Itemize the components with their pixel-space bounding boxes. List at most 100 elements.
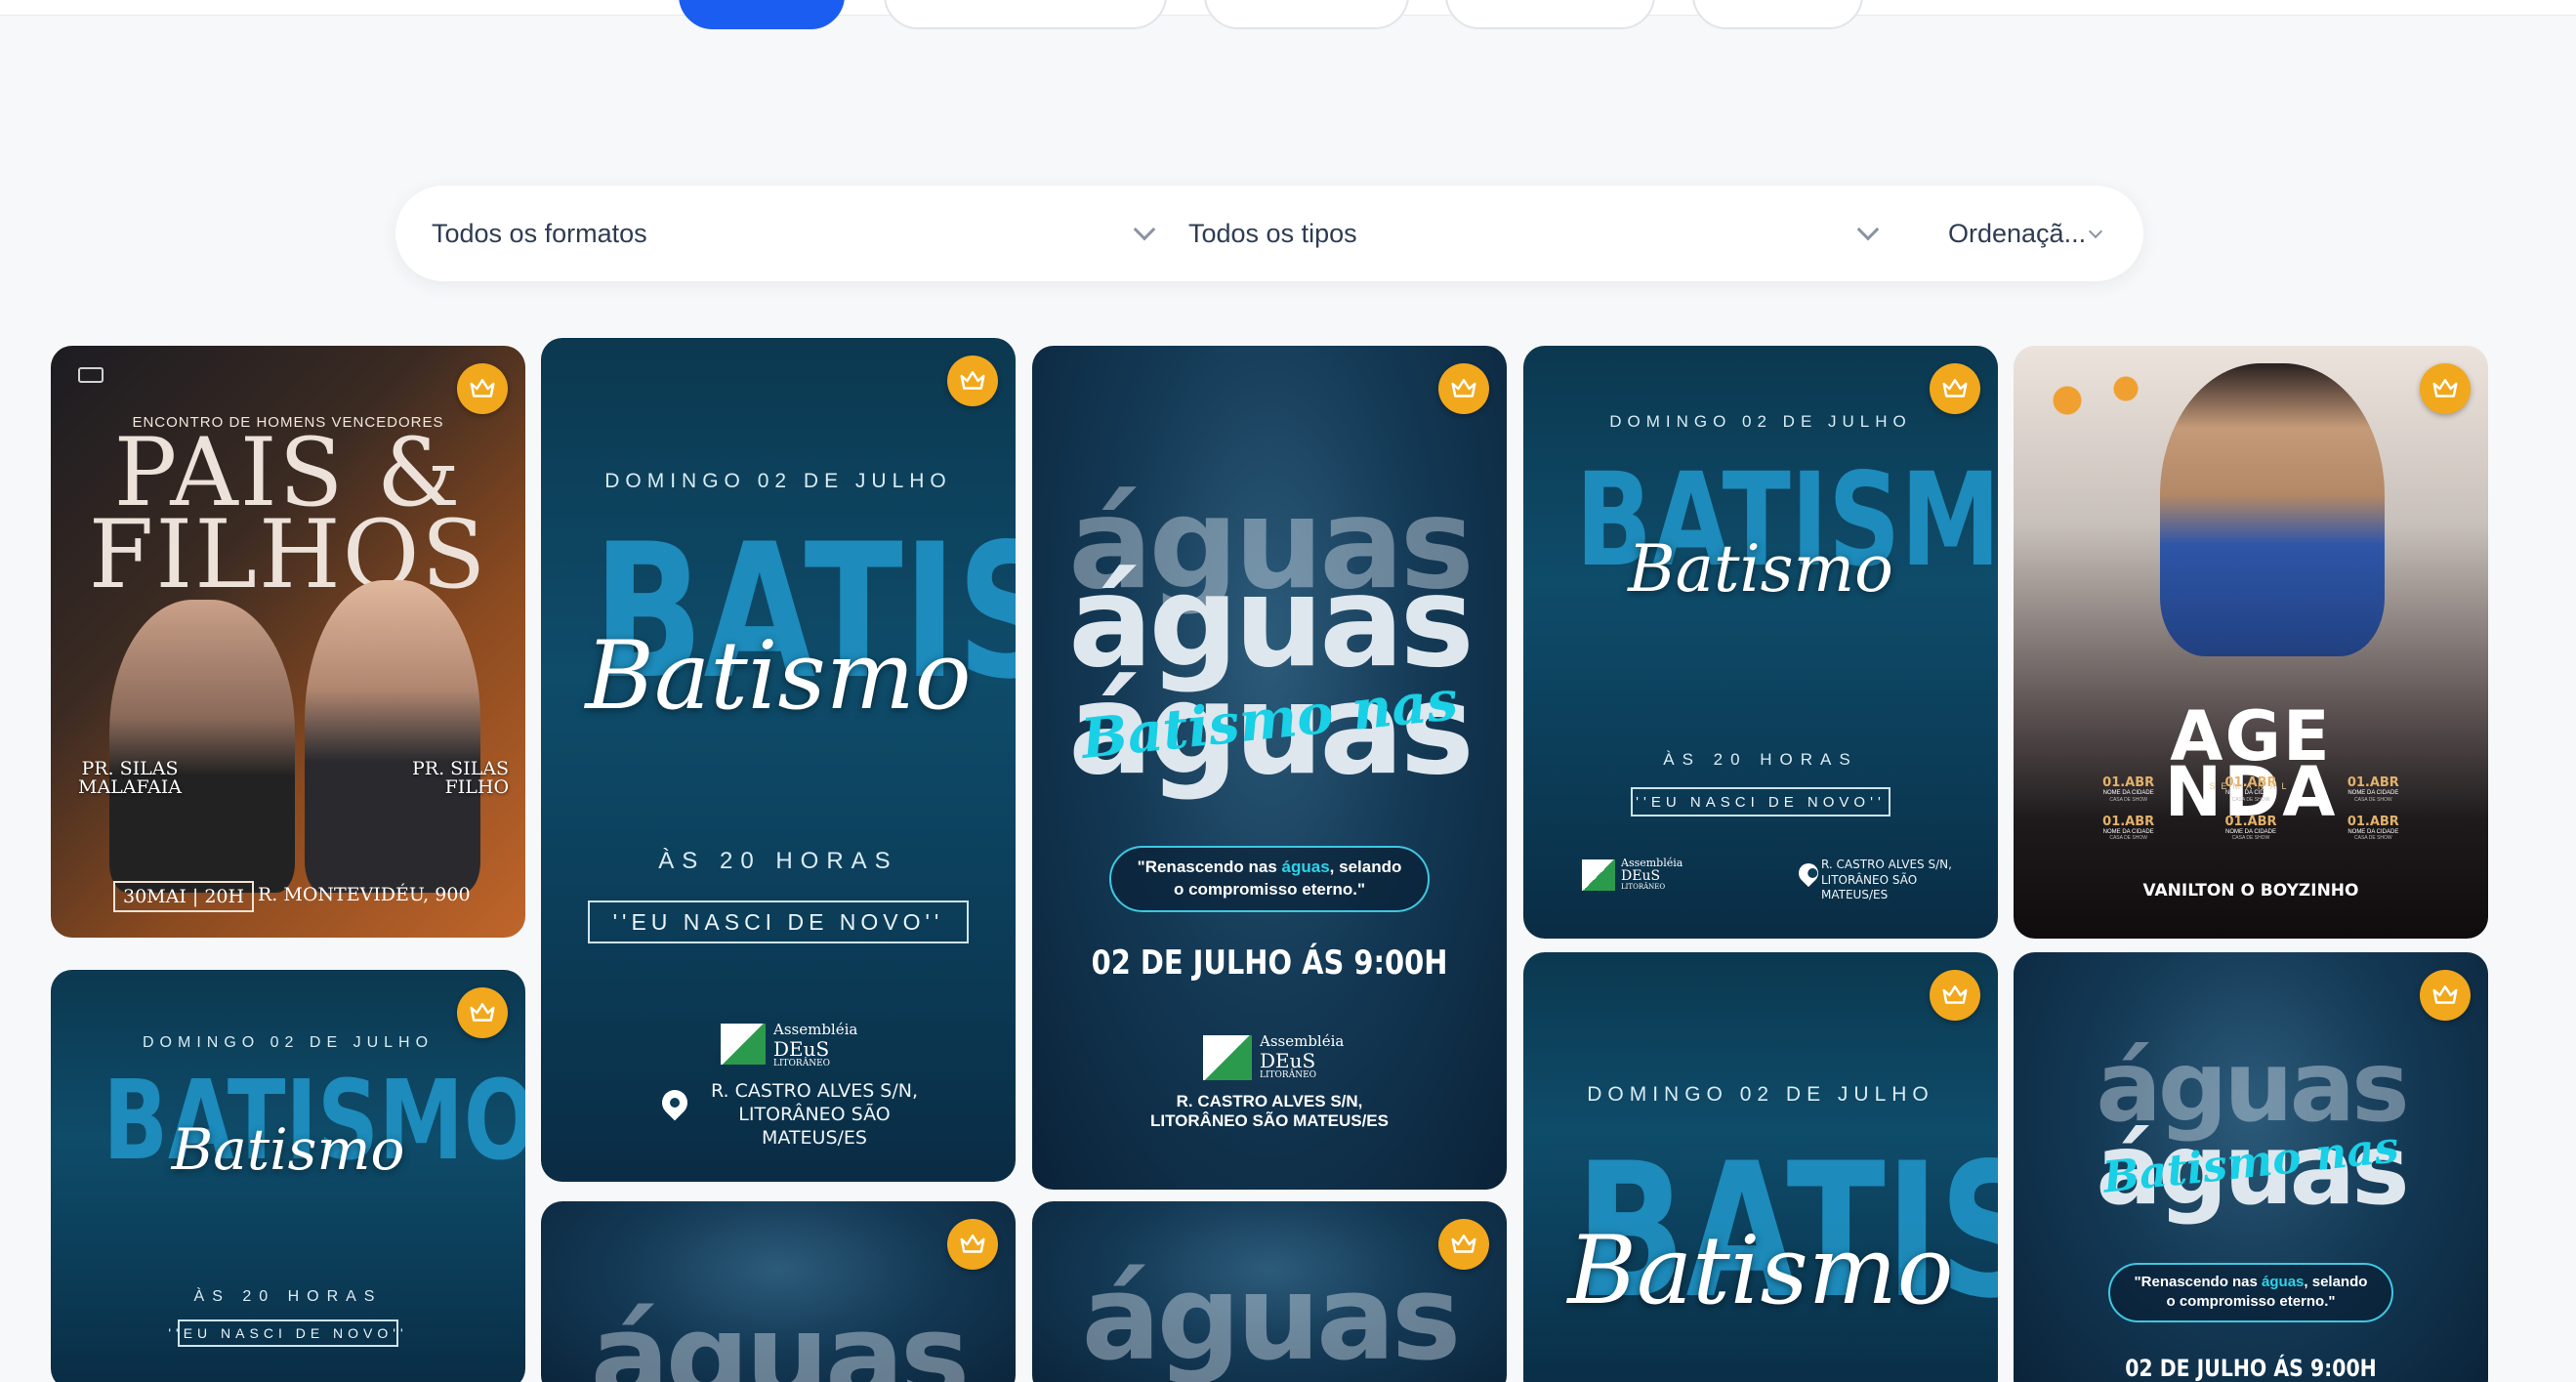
sort-select[interactable]: Ordenaçã...: [1948, 186, 2114, 281]
schedule-date: 01.ABR: [2224, 814, 2277, 829]
church-name-line: Assembléia: [1260, 1032, 1345, 1050]
template-card-aguas[interactable]: águas: [1032, 1201, 1507, 1382]
category-pill[interactable]: [884, 0, 1167, 29]
man-photo-right: [305, 580, 480, 893]
quote-text: "Renascendo nas: [2134, 1274, 2263, 1290]
stage-lights: [2023, 365, 2170, 482]
crown-icon: [2420, 363, 2471, 414]
speaker-name-left: PR. SILAS MALAFAIA: [78, 760, 182, 797]
crown-icon: [947, 1219, 998, 1270]
schedule-date: 01.ABR: [2224, 775, 2277, 790]
church-logo: [1582, 859, 1615, 891]
crown-icon: [1438, 363, 1489, 414]
type-select[interactable]: Todos os tipos: [1188, 186, 1906, 281]
template-card-aguas[interactable]: águas águas Batismo nas "Renascendo nas …: [2014, 952, 2488, 1382]
event-location: R. MONTEVIDÉU, 900: [258, 884, 471, 905]
schedule-date: 01.ABR: [2347, 775, 2399, 790]
category-pill[interactable]: [1445, 0, 1655, 29]
card-script-title: Batismo: [1567, 1216, 1954, 1325]
crown-icon: [947, 356, 998, 406]
schedule-item: 01.ABR NOME DA CIDADE CASA DE SHOW: [2312, 775, 2434, 803]
template-card-batismo[interactable]: DOMINGO 02 DE JULHO BATISMO Batismo: [1523, 952, 1998, 1382]
category-pill[interactable]: [1204, 0, 1409, 29]
artist-name: VANILTON O BOYZINHO: [2142, 881, 2359, 900]
crown-icon: [457, 363, 508, 414]
card-address-line: LITORÂNEO SÃO MATEUS/ES: [1149, 1111, 1389, 1131]
template-card-agenda[interactable]: AGE NDA SEMANAL 01.ABR NOME DA CIDADE CASA…: [2014, 346, 2488, 939]
card-address-line: R. CASTRO ALVES S/N,: [1176, 1092, 1363, 1110]
church-logo: [721, 1024, 766, 1065]
schedule-city: NOME DA CIDADE: [2224, 790, 2276, 796]
man-photo-left: [109, 600, 295, 893]
chevron-down-icon: [1133, 218, 1156, 241]
church-name: Assembléia DEuS LITORÂNEO: [773, 1022, 857, 1068]
card-address-line: LITORÂNEO SÃO MATEUS/ES: [738, 1103, 891, 1149]
card-quote: "Renascendo nas águas, selando o comprom…: [1109, 846, 1430, 912]
card-quote-box: ''EU NASCI DE NOVO'': [1631, 787, 1890, 817]
card-script-title: Batismo: [1628, 531, 1893, 607]
church-name-line: DEuS: [773, 1036, 830, 1061]
schedule-venue: CASA DE SHOW: [2109, 796, 2147, 803]
schedule-venue: CASA DE SHOW: [2354, 835, 2392, 842]
format-select[interactable]: Todos os formatos: [432, 186, 1156, 281]
card-quote-box: ''EU NASCI DE NOVO'': [168, 1319, 403, 1347]
schedule-item: 01.ABR NOME DA CIDADE CASA DE SHOW: [2189, 775, 2311, 803]
artist-photo: [2160, 363, 2385, 656]
schedule-item: 01.ABR NOME DA CIDADE CASA DE SHOW: [2312, 815, 2434, 842]
card-hours: ÀS 20 HORAS: [193, 1288, 383, 1305]
template-card-batismo[interactable]: DOMINGO 02 DE JULHO BATISMO Batismo ÀS 2…: [541, 338, 1016, 1182]
schedule-city: NOME DA CIDADE: [2347, 828, 2399, 835]
card-date: DOMINGO 02 DE JULHO: [604, 470, 952, 492]
logo-icon: [78, 367, 104, 383]
church-logo: [1203, 1035, 1252, 1080]
crown-icon: [2420, 970, 2471, 1021]
card-date: 02 DE JULHO ÁS 9:00H: [2125, 1355, 2377, 1382]
category-pill-active[interactable]: [679, 0, 845, 29]
format-select-label: Todos os formatos: [432, 218, 647, 248]
card-bg-word: águas: [1081, 1251, 1462, 1382]
quote-text: , selando: [2304, 1274, 2368, 1290]
speaker-name-line: MALAFAIA: [78, 776, 182, 798]
template-card-batismo[interactable]: DOMINGO 02 DE JULHO BATISMO Batismo ÀS 2…: [51, 970, 525, 1382]
church-name-line: LITORÂNEO: [773, 1058, 831, 1068]
card-bg-word: águas: [590, 1290, 971, 1382]
card-address-line: R. CASTRO ALVES S/N,: [1821, 858, 1952, 871]
schedule-date: 01.ABR: [2347, 814, 2399, 829]
schedule-venue: CASA DE SHOW: [2354, 796, 2392, 803]
card-address-line: R. CASTRO ALVES S/N,: [710, 1080, 919, 1102]
card-quote-box: ''EU NASCI DE NOVO'': [588, 900, 969, 943]
card-date: DOMINGO 02 DE JULHO: [1609, 412, 1912, 431]
template-card-aguas[interactable]: águas águas águas Batismo nas "Renascend…: [1032, 346, 1507, 1190]
filter-bar: Todos os formatos Todos os tipos Ordenaç…: [395, 186, 2143, 281]
schedule-city: NOME DA CIDADE: [2224, 828, 2276, 835]
crown-icon: [457, 987, 508, 1038]
template-card-pais-filhos[interactable]: ENCONTRO DE HOMENS VENCEDORES PAIS & FIL…: [51, 346, 525, 938]
type-select-label: Todos os tipos: [1188, 218, 1357, 248]
church-name-line: DEuS: [1260, 1048, 1316, 1072]
template-card-batismo[interactable]: DOMINGO 02 DE JULHO BATISMO Batismo ÀS 2…: [1523, 346, 1998, 939]
quote-highlight: águas: [1281, 858, 1330, 876]
crown-icon: [1930, 363, 1980, 414]
church-name-line: LITORÂNEO: [1621, 883, 1666, 892]
schedule-item: 01.ABR NOME DA CIDADE CASA DE SHOW: [2067, 775, 2189, 803]
card-quote: "Renascendo nas águas, selando o comprom…: [2108, 1263, 2393, 1322]
chevron-down-icon: [1856, 218, 1880, 241]
church-name-line: LITORÂNEO: [1260, 1069, 1317, 1080]
schedule-city: NOME DA CIDADE: [2347, 790, 2399, 796]
church-name-line: Assembléia: [773, 1021, 858, 1038]
card-title-line: FILHOS: [88, 500, 488, 610]
quote-highlight: águas: [2262, 1274, 2305, 1290]
card-address: R. CASTRO ALVES S/N, LITORÂNEO SÃO MATEU…: [697, 1080, 932, 1150]
schedule-venue: CASA DE SHOW: [2109, 835, 2147, 842]
schedule-date: 01.ABR: [2102, 775, 2155, 790]
schedule-item: 01.ABR NOME DA CIDADE CASA DE SHOW: [2189, 815, 2311, 842]
schedule-venue: CASA DE SHOW: [2231, 835, 2270, 842]
speaker-name-right: PR. SILAS FILHO: [412, 760, 509, 797]
category-pill[interactable]: [1692, 0, 1863, 29]
schedule-city: NOME DA CIDADE: [2102, 828, 2154, 835]
quote-text: , selando: [1329, 858, 1402, 876]
template-card-aguas[interactable]: águas: [541, 1201, 1016, 1382]
card-script-title: Batismo: [585, 621, 972, 731]
card-address: R. CASTRO ALVES S/N, LITORÂNEO SÃO MATEU…: [1821, 858, 1987, 903]
schedule-venue: CASA DE SHOW: [2231, 796, 2270, 803]
